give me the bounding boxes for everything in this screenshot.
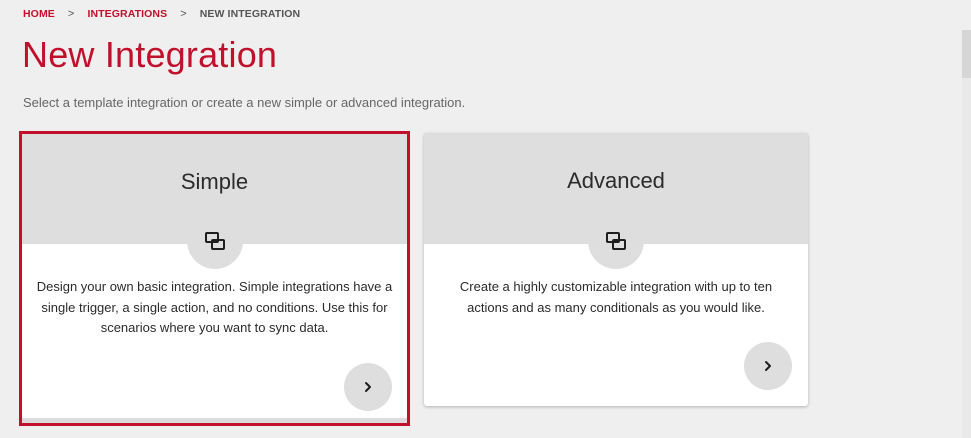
integration-link-icon	[187, 213, 243, 269]
breadcrumb-separator: >	[180, 8, 187, 20]
scrollbar-thumb[interactable]	[962, 30, 971, 78]
page-subtitle: Select a template integration or create …	[23, 95, 466, 110]
breadcrumb-integrations-link[interactable]: INTEGRATIONS	[87, 8, 167, 20]
card-description: Create a highly customizable integration…	[459, 279, 773, 315]
simple-next-button[interactable]	[344, 363, 392, 411]
advanced-next-button[interactable]	[744, 342, 792, 390]
card-bottom-bar	[22, 418, 407, 423]
breadcrumb-home-link[interactable]: HOME	[23, 8, 55, 20]
chevron-right-icon	[765, 361, 771, 371]
scrollbar-track[interactable]	[962, 30, 971, 438]
simple-integration-card[interactable]: Simple Design your own basic integration…	[19, 131, 410, 426]
breadcrumb-separator: >	[67, 8, 75, 20]
chevron-right-icon	[365, 382, 371, 392]
card-description: Design your own basic integration. Simpl…	[36, 279, 393, 335]
page-title: New Integration	[22, 34, 278, 75]
advanced-integration-card[interactable]: Advanced Create a highly customizable in…	[424, 133, 808, 406]
breadcrumb-current: NEW INTEGRATION	[199, 8, 301, 20]
breadcrumb: HOME > INTEGRATIONS > NEW INTEGRATION	[23, 8, 300, 20]
integration-link-icon	[588, 213, 644, 269]
